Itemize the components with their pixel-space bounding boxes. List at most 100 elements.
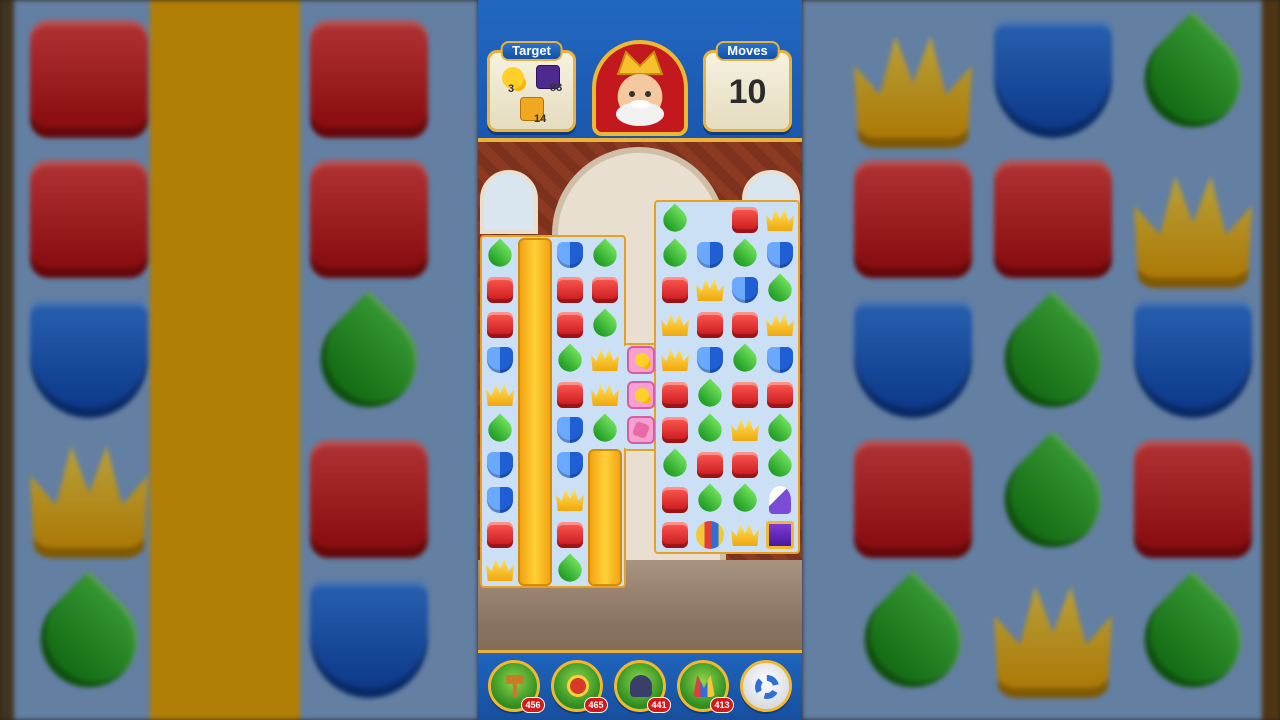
jester-hat-booster-button[interactable]: 413 xyxy=(677,660,734,713)
blue-shield-tile-icon xyxy=(697,242,723,268)
yellow-crown-tile[interactable] xyxy=(658,308,692,342)
red-block-tile[interactable] xyxy=(728,203,762,237)
target-duck-count: 3 xyxy=(508,83,515,95)
red-block-tile[interactable] xyxy=(553,378,587,412)
red-block-tile[interactable] xyxy=(658,273,692,307)
green-leaf-tile[interactable] xyxy=(693,483,727,517)
blue-shield-tile[interactable] xyxy=(763,343,797,377)
blurred-background-left xyxy=(0,0,478,720)
red-block-tile[interactable] xyxy=(728,448,762,482)
green-leaf-tile-icon xyxy=(763,273,797,307)
green-leaf-tile-icon xyxy=(693,483,727,517)
settings-button[interactable] xyxy=(740,660,792,712)
blue-shield-tile[interactable] xyxy=(553,413,587,447)
red-block-tile[interactable] xyxy=(693,308,727,342)
blue-shield-tile[interactable] xyxy=(483,343,517,377)
green-leaf-tile[interactable] xyxy=(693,413,727,447)
yellow-crown-tile[interactable] xyxy=(763,203,797,237)
green-leaf-tile[interactable] xyxy=(658,238,692,272)
yellow-crown-tile[interactable] xyxy=(483,378,517,412)
blue-shield-tile[interactable] xyxy=(693,343,727,377)
green-leaf-tile[interactable] xyxy=(763,273,797,307)
red-block-tile[interactable] xyxy=(693,448,727,482)
yellow-crown-tile[interactable] xyxy=(588,343,622,377)
red-block-tile[interactable] xyxy=(728,308,762,342)
purple-box-tile[interactable] xyxy=(763,518,797,552)
yellow-crown-tile[interactable] xyxy=(588,378,622,412)
rubber-duck-tile-icon xyxy=(627,346,655,374)
green-leaf-tile[interactable] xyxy=(588,308,622,342)
yellow-crown-tile-icon xyxy=(661,314,689,336)
red-block-tile[interactable] xyxy=(553,518,587,552)
pink-box-tile[interactable] xyxy=(624,413,658,447)
green-leaf-tile[interactable] xyxy=(483,238,517,272)
rubber-duck-tile[interactable] xyxy=(624,378,658,412)
blue-shield-tile-icon xyxy=(767,347,793,373)
cannon-booster-button[interactable]: 441 xyxy=(614,660,671,713)
blue-shield-tile-icon xyxy=(487,487,513,513)
red-block-tile[interactable] xyxy=(658,518,692,552)
green-leaf-tile[interactable] xyxy=(658,448,692,482)
red-block-tile[interactable] xyxy=(553,273,587,307)
red-block-tile-icon xyxy=(557,522,583,548)
red-block-tile[interactable] xyxy=(483,273,517,307)
yellow-crown-tile-icon xyxy=(731,419,759,441)
green-leaf-tile[interactable] xyxy=(553,343,587,377)
yellow-crown-tile[interactable] xyxy=(728,413,762,447)
green-leaf-tile[interactable] xyxy=(763,413,797,447)
red-block-tile[interactable] xyxy=(763,378,797,412)
green-leaf-tile[interactable] xyxy=(728,483,762,517)
hammer-booster-button[interactable]: 456 xyxy=(488,660,545,713)
blue-shield-tile[interactable] xyxy=(483,448,517,482)
red-block-tile[interactable] xyxy=(588,273,622,307)
green-leaf-tile-icon xyxy=(728,238,762,272)
red-block-tile-icon xyxy=(662,522,688,548)
red-block-tile[interactable] xyxy=(658,413,692,447)
red-block-tile[interactable] xyxy=(483,308,517,342)
blue-shield-tile[interactable] xyxy=(728,273,762,307)
target-panel: Target 3 83 14 xyxy=(487,41,576,132)
blue-shield-tile[interactable] xyxy=(553,448,587,482)
gold-tile-icon: 14 xyxy=(520,97,546,125)
green-leaf-tile[interactable] xyxy=(728,238,762,272)
red-block-tile[interactable] xyxy=(658,483,692,517)
green-leaf-tile[interactable] xyxy=(588,238,622,272)
yellow-crown-tile[interactable] xyxy=(553,483,587,517)
green-leaf-tile[interactable] xyxy=(658,203,692,237)
green-leaf-tile[interactable] xyxy=(763,448,797,482)
blue-shield-tile-icon xyxy=(557,417,583,443)
yellow-crown-tile[interactable] xyxy=(483,553,517,587)
green-leaf-tile-icon xyxy=(658,448,692,482)
red-block-tile-icon xyxy=(662,382,688,408)
rubber-duck-tile-icon xyxy=(627,381,655,409)
yellow-crown-tile[interactable] xyxy=(693,273,727,307)
blurred-background-right xyxy=(802,0,1280,720)
green-leaf-tile[interactable] xyxy=(588,413,622,447)
rubber-duck-tile[interactable] xyxy=(624,343,658,377)
green-leaf-tile-icon xyxy=(728,343,762,377)
yellow-crown-tile-icon xyxy=(696,279,724,301)
blue-shield-tile[interactable] xyxy=(763,238,797,272)
arrow-booster-button[interactable]: 465 xyxy=(551,660,608,713)
cannon-icon xyxy=(630,675,652,697)
blue-shield-tile[interactable] xyxy=(483,483,517,517)
green-leaf-tile[interactable] xyxy=(483,413,517,447)
blue-shield-tile[interactable] xyxy=(693,238,727,272)
green-leaf-tile[interactable] xyxy=(553,553,587,587)
blue-shield-tile-icon xyxy=(732,277,758,303)
yellow-crown-tile[interactable] xyxy=(658,343,692,377)
green-leaf-tile-icon xyxy=(763,448,797,482)
red-block-tile[interactable] xyxy=(553,308,587,342)
yellow-crown-tile[interactable] xyxy=(763,308,797,342)
red-block-tile[interactable] xyxy=(483,518,517,552)
yellow-crown-tile[interactable] xyxy=(728,518,762,552)
green-leaf-tile[interactable] xyxy=(728,343,762,377)
green-leaf-tile-icon xyxy=(483,238,517,272)
lightball-tile[interactable] xyxy=(693,518,727,552)
blue-shield-tile-icon xyxy=(557,452,583,478)
rocket-tile[interactable] xyxy=(763,483,797,517)
green-leaf-tile[interactable] xyxy=(693,378,727,412)
red-block-tile[interactable] xyxy=(728,378,762,412)
red-block-tile[interactable] xyxy=(658,378,692,412)
blue-shield-tile[interactable] xyxy=(553,238,587,272)
